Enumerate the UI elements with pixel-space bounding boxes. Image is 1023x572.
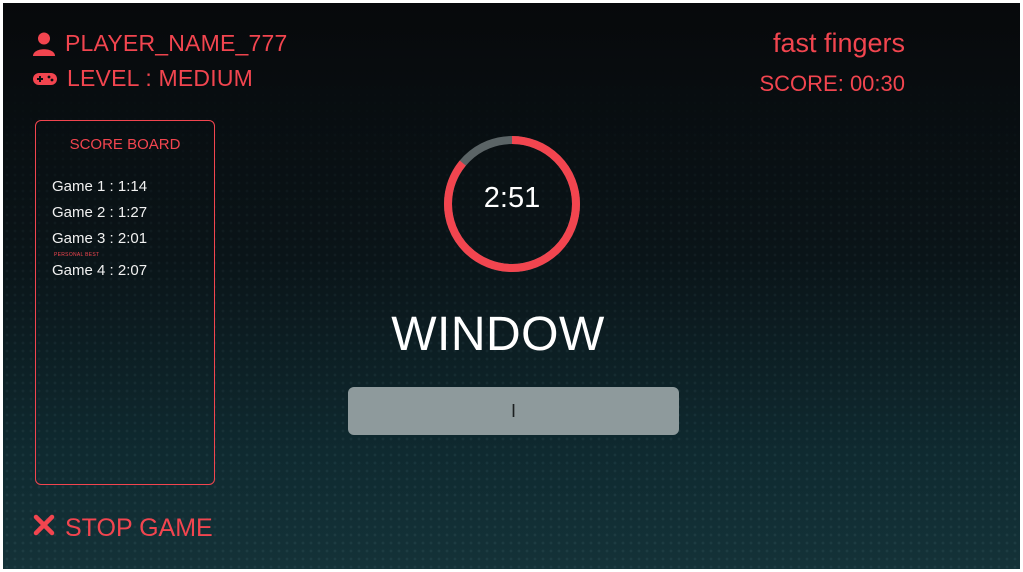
score-board: SCORE BOARD Game 1 : 1:14 Game 2 : 1:27 … — [35, 120, 215, 485]
personal-best-badge: PERSONAL BEST — [54, 252, 100, 258]
countdown-timer: 2:51 — [440, 132, 584, 276]
score-item-game-4: Game 4 : 2:07 — [52, 262, 148, 279]
player-info: PLAYER_NAME_777 — [33, 30, 287, 57]
score-item-game-2: Game 2 : 1:27 — [52, 204, 148, 221]
score-item-game-3: Game 3 : 2:01 — [52, 230, 148, 247]
close-icon — [33, 514, 55, 543]
target-word: WINDOW — [391, 308, 605, 361]
gamepad-icon — [33, 71, 57, 87]
typing-input[interactable] — [348, 387, 679, 435]
player-name: PLAYER_NAME_777 — [65, 30, 288, 56]
app-title: fast fingers — [772, 28, 905, 58]
timer-text: 2:51 — [483, 182, 541, 214]
score-display: SCORE: 00:30 — [759, 71, 905, 96]
user-icon — [33, 32, 55, 56]
score-board-title: SCORE BOARD — [69, 136, 181, 153]
level-info: LEVEL : MEDIUM — [33, 65, 253, 92]
game-screen: PLAYER_NAME_777 LEVEL : MEDIUM fast fing… — [3, 3, 1020, 569]
level-label: LEVEL : MEDIUM — [67, 65, 253, 91]
score-item-game-1: Game 1 : 1:14 — [52, 178, 148, 195]
stop-game-button[interactable]: STOP GAME — [33, 514, 213, 543]
stop-game-label: STOP GAME — [65, 514, 213, 542]
